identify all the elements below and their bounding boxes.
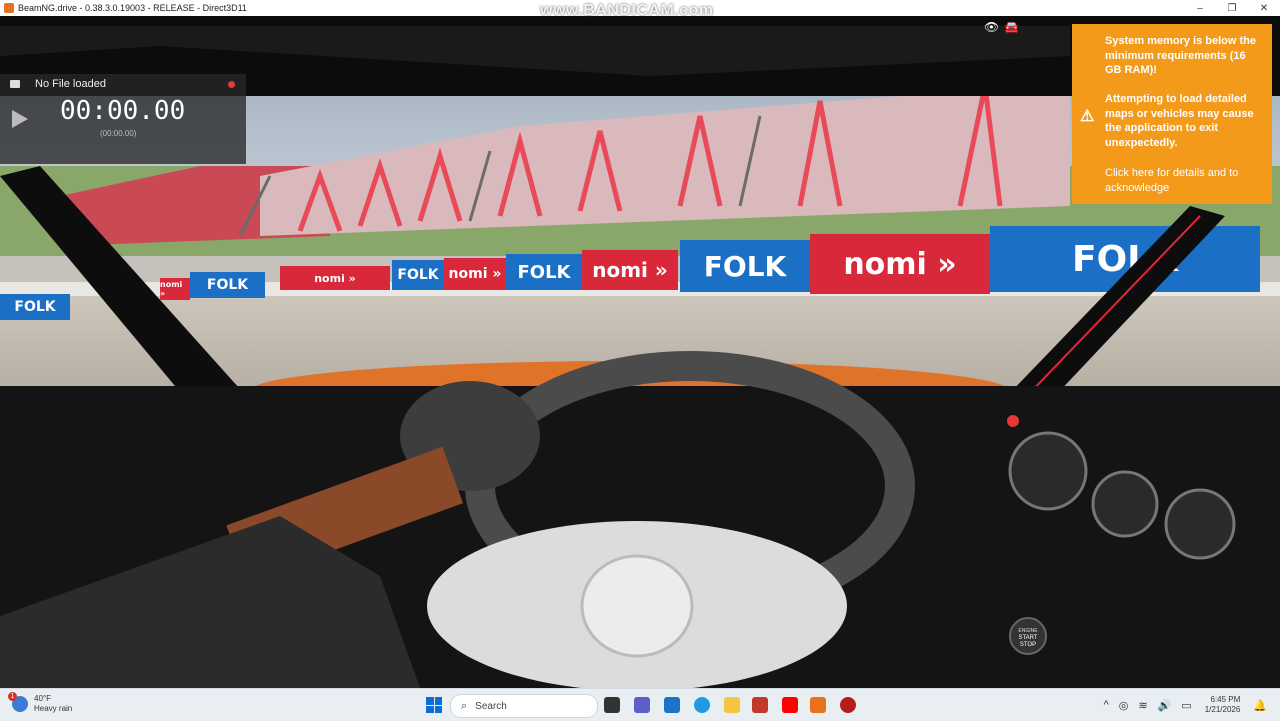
volume-icon[interactable]: 🔊	[1158, 699, 1172, 712]
clock-date: 1/21/2026	[1204, 705, 1241, 714]
weather-icon: 1	[8, 692, 28, 712]
warning-line-2: Attempting to load detailed maps or vehi…	[1105, 93, 1254, 149]
chat-icon[interactable]	[634, 697, 650, 713]
maximize-button[interactable]: ❐	[1216, 3, 1248, 14]
start-button[interactable]	[426, 697, 442, 713]
task-view-icon[interactable]	[604, 697, 620, 713]
warning-icon: ⚠	[1080, 108, 1095, 125]
search-box[interactable]: ⌕ Search	[450, 694, 598, 718]
replay-file-label: No File loaded	[35, 78, 106, 90]
system-tray: ^ ◎ ≋ 🔊 ▭ 6:45 PM 1/21/2026 🔔	[1099, 695, 1272, 715]
svg-text:STOP: STOP	[1020, 642, 1036, 648]
battery-icon[interactable]: ▭	[1181, 699, 1191, 712]
taskbar: 1 40°F Heavy rain ⌕ Search ^ ◎ ≋ 🔊 ▭ 6:4…	[0, 688, 1280, 721]
wifi-icon[interactable]: ≋	[1138, 699, 1147, 712]
record-indicator-icon[interactable]	[228, 81, 235, 88]
chevron-up-icon[interactable]: ^	[1104, 699, 1109, 711]
weather-temp: 40°F	[34, 694, 51, 703]
car-icon[interactable]: 🚘	[1004, 20, 1020, 34]
eye-icon[interactable]: 👁	[984, 20, 1000, 34]
weather-desc: Heavy rain	[34, 704, 73, 713]
search-placeholder: Search	[475, 700, 507, 712]
svg-text:ENGINE: ENGINE	[1018, 628, 1038, 634]
play-icon[interactable]	[12, 110, 28, 128]
beamng-app-icon	[4, 3, 14, 13]
bandicam-watermark: www.BANDICAM.com	[540, 2, 714, 19]
notification-icon[interactable]: 🔔	[1253, 699, 1267, 712]
bandicam-icon[interactable]	[840, 697, 856, 713]
beamng-taskbar-icon[interactable]	[810, 697, 826, 713]
network-icon[interactable]: ◎	[1119, 699, 1129, 712]
camera-icon[interactable]	[10, 80, 20, 88]
warning-acknowledge-link[interactable]: Click here for details and to acknowledg…	[1105, 166, 1265, 195]
store-icon[interactable]	[664, 697, 680, 713]
close-button[interactable]: ✕	[1248, 3, 1280, 14]
game-app-icon[interactable]	[752, 697, 768, 713]
memory-warning-toast[interactable]: ⚠ System memory is below the minimum req…	[1072, 24, 1272, 204]
edge-icon[interactable]	[694, 697, 710, 713]
taskbar-clock[interactable]: 6:45 PM 1/21/2026	[1205, 695, 1241, 715]
replay-panel: No File loaded 00:00.00 (00:00.00)	[0, 74, 246, 164]
weather-badge: 1	[8, 692, 17, 701]
replay-subtime: (00:00.00)	[100, 129, 137, 138]
search-icon: ⌕	[461, 699, 468, 712]
svg-text:START: START	[1018, 635, 1037, 641]
youtube-icon[interactable]	[782, 697, 798, 713]
weather-widget[interactable]: 1 40°F Heavy rain	[8, 692, 73, 714]
replay-time: 00:00.00	[60, 96, 186, 126]
minimize-button[interactable]: –	[1184, 3, 1216, 14]
file-explorer-icon[interactable]	[724, 697, 740, 713]
warning-line-1: System memory is below the minimum requi…	[1105, 35, 1256, 76]
clock-time: 6:45 PM	[1210, 695, 1241, 704]
